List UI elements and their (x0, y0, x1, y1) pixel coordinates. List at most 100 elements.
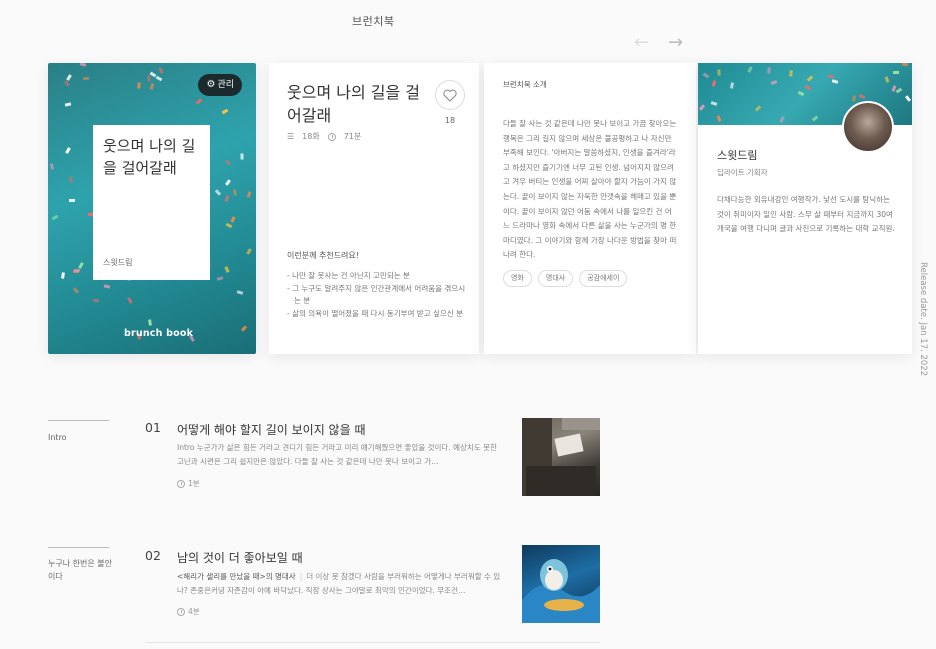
confetti-decoration (158, 67, 164, 74)
confetti-decoration (73, 268, 81, 273)
tag[interactable]: 영화 (503, 269, 532, 287)
section-divider (48, 547, 109, 548)
confetti-decoration (214, 189, 222, 196)
confetti-decoration (904, 95, 912, 102)
episode-time: 1분 (177, 478, 200, 489)
confetti-decoration (64, 80, 70, 87)
episode-desc[interactable]: Intro 누군가가 삶은 힘든 거라고 견디기 힘든 거라고 미리 얘기해줬으… (177, 441, 505, 468)
confetti-decoration (858, 93, 866, 100)
cover-paper: 웃으며 나의 길을 걸어갈래 스윗드림 (93, 125, 210, 280)
confetti-decoration (149, 83, 155, 90)
confetti-decoration (711, 80, 717, 87)
confetti-decoration (230, 216, 236, 223)
confetti-decoration (225, 222, 233, 229)
confetti-decoration (155, 75, 163, 82)
about-heading: 브런치북 소개 (503, 80, 547, 89)
episode-time: 4분 (177, 606, 200, 617)
about-body: 다들 잘 사는 것 같은데 나만 못나 보이고 가끔 찾아오는 행복은 그리 길… (503, 119, 677, 260)
read-time: 71분 (343, 132, 362, 141)
book-title: 웃으며 나의 길을 걸어갈래 (287, 83, 421, 125)
tag[interactable]: 공감에세이 (579, 269, 628, 287)
list-divider (145, 642, 600, 643)
confetti-decoration (806, 75, 814, 82)
author-bio: 다채다능한 외유내강인 여행작가. 낯선 도시를 탐닉하는 것이 취미이자 일인… (717, 195, 895, 233)
section-divider (48, 420, 109, 421)
confetti-decoration (51, 214, 59, 221)
confetti-decoration (831, 79, 839, 84)
author-name[interactable]: 스윗드림 (717, 147, 757, 163)
recommend-item: - 삶의 의욕이 떨어졌을 때 다시 동기부여 받고 싶으신 분 (287, 309, 463, 318)
recommend-item: - 나만 잘 못사는 건 아닌지 고민되는 분 (287, 271, 410, 280)
confetti-decoration (779, 116, 785, 123)
confetti-decoration (147, 75, 151, 82)
clock-icon (177, 479, 185, 488)
confetti-decoration (789, 70, 793, 77)
confetti-decoration (246, 191, 252, 198)
brunch-book-logo: brunch book (124, 328, 194, 339)
section-label: Intro (48, 433, 67, 442)
episode-title[interactable]: 남의 것이 더 좋아보일 때 (177, 549, 303, 566)
episode-title[interactable]: 어떻게 해야 할지 길이 보이지 않을 때 (177, 421, 366, 438)
confetti-decoration (224, 195, 230, 202)
confetti-decoration (797, 90, 805, 97)
cover-author: 스윗드림 (103, 258, 133, 267)
manage-button[interactable]: ⚙ 관리 (198, 74, 242, 96)
confetti-decoration (754, 105, 762, 112)
confetti-decoration (127, 297, 133, 304)
heart-icon[interactable] (435, 80, 465, 110)
recommend-item: - 그 누구도 알려주지 않은 인간관계에서 어려움을 겪으시는 분 (287, 284, 466, 305)
confetti-decoration (717, 69, 721, 76)
confetti-decoration (195, 98, 203, 105)
confetti-decoration (103, 284, 111, 289)
page-title: 브런치북 (352, 15, 395, 28)
confetti-decoration (240, 325, 248, 332)
arrow-right-icon[interactable]: → (668, 33, 683, 53)
clock-icon (327, 132, 336, 141)
confetti-decoration (767, 67, 771, 74)
confetti-decoration (224, 266, 230, 273)
list-icon: ☰ (287, 132, 295, 141)
confetti-decoration (710, 101, 718, 106)
confetti-decoration (225, 179, 231, 186)
clock-icon (177, 607, 185, 616)
episode-thumbnail[interactable] (522, 418, 600, 496)
confetti-decoration (901, 63, 909, 67)
confetti-decoration (852, 95, 856, 102)
confetti-decoration (892, 70, 900, 75)
confetti-decoration (216, 276, 224, 281)
gear-icon: ⚙ (206, 79, 216, 90)
confetti-decoration (72, 287, 80, 294)
author-role: 딥라이트 기획자 (717, 168, 768, 177)
confetti-decoration (221, 108, 229, 115)
confetti-decoration (137, 82, 141, 89)
release-date: Release date. Jan 17. 2022 (918, 262, 928, 377)
episode-thumbnail[interactable] (522, 545, 600, 623)
avatar[interactable] (842, 101, 894, 153)
confetti-decoration (92, 298, 100, 303)
confetti-decoration (240, 153, 244, 160)
confetti-decoration (236, 290, 244, 295)
confetti-decoration (68, 198, 76, 203)
episode-count: 18화 (302, 132, 320, 141)
book-about-card: 브런치북 소개 다들 잘 사는 것 같은데 나만 못나 보이고 가끔 찾아오는 … (484, 63, 696, 354)
arrow-left-icon[interactable]: ← (634, 33, 649, 53)
confetti-decoration (49, 163, 55, 170)
confetti-decoration (827, 74, 835, 79)
confetti-decoration (61, 272, 65, 279)
confetti-decoration (747, 66, 753, 73)
confetti-decoration (148, 319, 152, 326)
episode-desc[interactable]: <해리가 샐리를 만났을 때>의 명대사 | 더 이상 못 참겠다 사람을 부러워하… (177, 570, 505, 597)
confetti-decoration (64, 102, 72, 107)
confetti-decoration (702, 72, 710, 79)
confetti-decoration (79, 63, 87, 67)
recommend-title: 이런분께 추천드려요! (287, 251, 359, 260)
confetti-decoration (716, 115, 722, 122)
author-card: 스윗드림 딥라이트 기획자 다채다능한 외유내강인 여행작가. 낯선 도시를 탐… (698, 63, 912, 354)
episode-number: 01 (145, 420, 161, 435)
confetti-decoration (884, 76, 890, 83)
like-button[interactable]: 18 (435, 80, 465, 125)
confetti-decoration (804, 84, 812, 91)
episode-number: 02 (145, 548, 161, 563)
tag-list: 영화 명대사 공감에세이 (503, 269, 677, 287)
tag[interactable]: 명대사 (537, 269, 574, 287)
